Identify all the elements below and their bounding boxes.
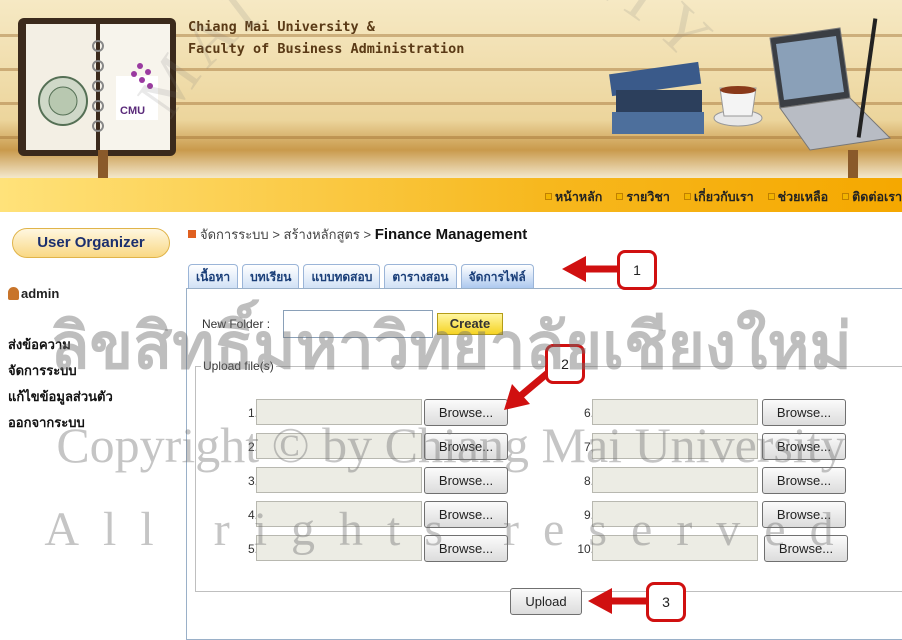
bullet-icon — [767, 193, 775, 200]
callout-3: 3 — [646, 582, 686, 622]
file-number: 6. — [583, 406, 594, 420]
browse-button[interactable]: Browse... — [424, 501, 508, 528]
sidebar: User Organizer admin ส่งข้อความ จัดการระ… — [0, 212, 180, 640]
sidebar-item-edit-profile[interactable]: แก้ไขข้อมูลส่วนตัว — [8, 386, 113, 407]
cmu-logo-text: CMU — [120, 105, 145, 117]
tab-content[interactable]: เนื้อหา — [188, 264, 239, 289]
upload-legend: Upload file(s) — [201, 359, 276, 373]
new-folder-input[interactable] — [283, 310, 433, 338]
bullet-icon — [545, 193, 553, 200]
breadcrumb: จัดการระบบ > สร้างหลักสูตร > Finance Man… — [188, 224, 527, 245]
upload-button[interactable]: Upload — [510, 588, 582, 615]
tab-file-manager[interactable]: จัดการไฟล์ — [460, 264, 534, 289]
nav-help[interactable]: ช่วยเหลือ — [767, 187, 829, 207]
create-button[interactable]: Create — [437, 313, 503, 335]
file-path-field[interactable] — [592, 501, 758, 527]
file-path-field[interactable] — [256, 535, 422, 561]
nav-home-label: หน้าหลัก — [555, 190, 603, 204]
nav-about[interactable]: เกี่ยวกับเรา — [683, 187, 754, 207]
browse-button[interactable]: Browse... — [762, 433, 846, 460]
nav-about-label: เกี่ยวกับเรา — [693, 190, 754, 204]
breadcrumb-current: Finance Management — [374, 226, 528, 243]
browse-button[interactable]: Browse... — [424, 535, 508, 562]
tab-schedule[interactable]: ตารางสอน — [384, 264, 457, 289]
file-number: 5. — [247, 542, 258, 556]
nav-help-label: ช่วยเหลือ — [777, 190, 829, 204]
nav-courses-label: รายวิชา — [626, 190, 670, 204]
browse-button[interactable]: Browse... — [424, 399, 508, 426]
callout-1: 1 — [617, 250, 657, 290]
callout-2: 2 — [545, 344, 585, 384]
arrow-icon — [588, 588, 648, 614]
file-path-field[interactable] — [592, 535, 758, 561]
header-title: Chiang Mai University & Faculty of Busin… — [188, 16, 464, 60]
username: admin — [21, 286, 60, 301]
nav-home[interactable]: หน้าหลัก — [545, 187, 602, 207]
file-number: 10. — [577, 542, 594, 556]
file-path-field[interactable] — [592, 467, 758, 493]
browse-button[interactable]: Browse... — [764, 535, 848, 562]
breadcrumb-item[interactable]: จัดการระบบ — [200, 227, 269, 242]
file-path-field[interactable] — [256, 399, 422, 425]
file-number: 2. — [247, 440, 258, 454]
browse-button[interactable]: Browse... — [762, 467, 846, 494]
file-number: 8. — [583, 474, 594, 488]
bullet-icon — [188, 230, 196, 238]
tab-bar: เนื้อหา บทเรียน แบบทดสอบ ตารางสอน จัดการ… — [188, 264, 534, 289]
title-line-2: Faculty of Business Administration — [188, 41, 465, 57]
file-path-field[interactable] — [256, 501, 422, 527]
file-number: 7. — [583, 440, 594, 454]
nav-contact-label: ติดต่อเรา — [852, 190, 902, 204]
nav-courses[interactable]: รายวิชา — [616, 187, 670, 207]
file-path-field[interactable] — [592, 433, 758, 459]
current-user: admin — [8, 286, 59, 301]
nav-contact[interactable]: ติดต่อเรา — [842, 187, 902, 207]
breadcrumb-separator: > — [272, 227, 280, 242]
browse-button[interactable]: Browse... — [762, 501, 846, 528]
browse-button[interactable]: Browse... — [424, 467, 508, 494]
file-number: 1. — [247, 406, 258, 420]
tab-quiz[interactable]: แบบทดสอบ — [303, 264, 381, 289]
file-path-field[interactable] — [592, 399, 758, 425]
arrow-icon — [562, 256, 622, 282]
user-organizer-title: User Organizer — [12, 228, 170, 258]
file-path-field[interactable] — [256, 433, 422, 459]
breadcrumb-separator: > — [363, 227, 372, 242]
file-path-field[interactable] — [256, 467, 422, 493]
title-line-1: Chiang Mai University & — [188, 19, 375, 35]
breadcrumb-item[interactable]: สร้างหลักสูตร — [284, 227, 360, 242]
browse-button[interactable]: Browse... — [424, 433, 508, 460]
file-number: 9. — [583, 508, 594, 522]
user-icon — [8, 287, 19, 300]
sidebar-item-send-message[interactable]: ส่งข้อความ — [8, 334, 71, 355]
browse-button[interactable]: Browse... — [762, 399, 846, 426]
file-number: 3. — [247, 474, 258, 488]
nav-bar: หน้าหลัก รายวิชา เกี่ยวกับเรา ช่วยเหลือ … — [0, 178, 902, 212]
bullet-icon — [683, 193, 691, 200]
sidebar-item-logout[interactable]: ออกจากระบบ — [8, 412, 85, 433]
bullet-icon — [616, 193, 624, 200]
new-folder-label: New Folder : — [202, 317, 271, 331]
sidebar-item-manage-system[interactable]: จัดการระบบ — [8, 360, 77, 381]
tab-lessons[interactable]: บทเรียน — [242, 264, 300, 289]
bullet-icon — [842, 193, 850, 200]
nav-menu: หน้าหลัก รายวิชา เกี่ยวกับเรา ช่วยเหลือ … — [545, 187, 902, 207]
desk-illustration — [609, 18, 892, 151]
notebook-logo: CMU — [18, 18, 176, 156]
header-banner: CMU Chiang Mai University & Faculty of B… — [0, 0, 902, 178]
file-number: 4. — [247, 508, 258, 522]
